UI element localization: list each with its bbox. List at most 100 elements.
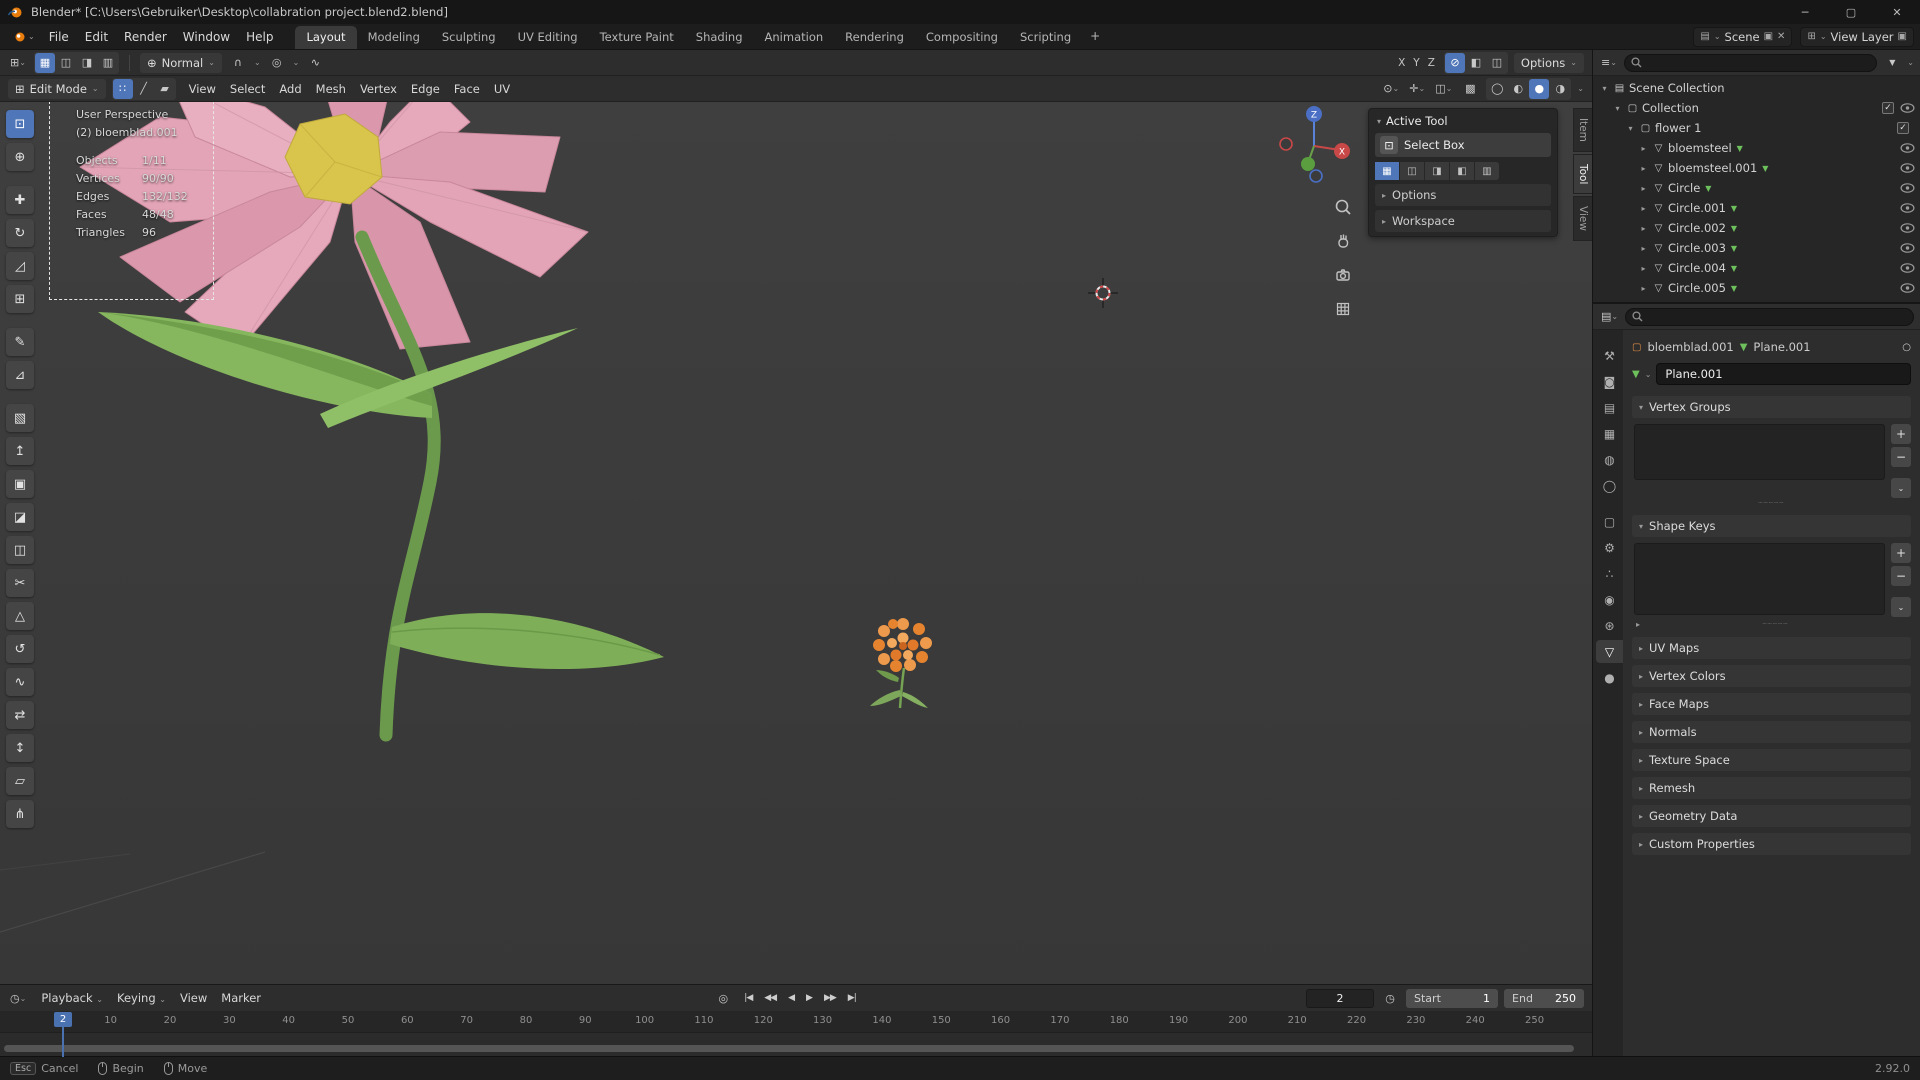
playback-button[interactable]: ▶▶: [819, 991, 841, 1005]
outliner-search-input[interactable]: [1646, 56, 1871, 69]
timeline-ruler[interactable]: 10 20 30 40 50 60 70 80 90 100 110 120 130 140 150 160 1…: [0, 1011, 1592, 1033]
panel-grip[interactable]: ┄┄┄┄┄: [1640, 619, 1911, 629]
playback-button[interactable]: ◀◀: [759, 991, 781, 1005]
view-layer-selector[interactable]: ⊞ ⌄ View Layer ▣: [1800, 26, 1914, 47]
breadcrumb-data[interactable]: Plane.001: [1753, 340, 1810, 354]
editor-type-button[interactable]: ⊞ ⌄: [8, 53, 28, 73]
expand-icon[interactable]: ▸: [1636, 144, 1651, 153]
viewport-menu-item[interactable]: Vertex: [353, 80, 404, 98]
properties-tab[interactable]: ⚙: [1596, 536, 1623, 559]
workspace-tab[interactable]: Compositing: [915, 26, 1009, 49]
tool-button[interactable]: ✎: [6, 328, 34, 356]
viewport-menu-item[interactable]: Edge: [404, 80, 447, 98]
collapsed-panel-header[interactable]: ▸ UV Maps: [1632, 637, 1911, 659]
expand-icon[interactable]: ▸: [1636, 204, 1651, 213]
collapsed-panel-header[interactable]: ▸ Geometry Data: [1632, 805, 1911, 827]
mirror-axis-toggle[interactable]: Y: [1410, 55, 1422, 71]
outliner-editor-type-button[interactable]: ≡ ⌄: [1599, 53, 1619, 73]
tool-button[interactable]: ⇄: [6, 701, 34, 729]
menu-item[interactable]: Help: [238, 28, 281, 46]
sidebar-tab[interactable]: Tool: [1573, 153, 1592, 195]
tool-button[interactable]: ↕: [6, 734, 34, 762]
expand-icon[interactable]: ▸: [1636, 184, 1651, 193]
auto-keying-button[interactable]: ◎: [713, 988, 733, 1008]
eye-icon[interactable]: [1900, 263, 1915, 273]
collapsed-panel-header[interactable]: ▸ Custom Properties: [1632, 833, 1911, 855]
new-view-layer-icon[interactable]: ▣: [1898, 31, 1907, 42]
playback-button[interactable]: ▶|: [843, 991, 861, 1005]
use-preview-range-button[interactable]: ◷: [1380, 988, 1400, 1008]
navigation-gizmo[interactable]: Z X: [1272, 104, 1356, 188]
playback-button[interactable]: ◀: [783, 991, 799, 1005]
properties-tab[interactable]: ◉: [1596, 588, 1623, 611]
close-button[interactable]: ✕: [1874, 0, 1920, 24]
viewport-menu-item[interactable]: View: [182, 80, 223, 98]
tool-button[interactable]: ◿: [6, 252, 34, 280]
eye-icon[interactable]: [1900, 223, 1915, 233]
properties-editor-type-button[interactable]: ▤ ⌄: [1599, 307, 1620, 327]
proportional-dropdown[interactable]: ⌄: [293, 58, 300, 67]
properties-tab[interactable]: ▦: [1596, 422, 1623, 445]
properties-tab[interactable]: ◍: [1596, 448, 1623, 471]
outliner-row[interactable]: ▸ ▽ Circle.004 ▼ ✓: [1593, 258, 1920, 278]
visibility-dropdown[interactable]: ⊙ ⌄: [1381, 79, 1401, 99]
mesh-select-mode-button[interactable]: ▰: [155, 79, 175, 99]
expand-icon[interactable]: ▾: [1610, 104, 1625, 113]
workspace-tab[interactable]: Animation: [754, 26, 835, 49]
playback-button[interactable]: |◀: [739, 991, 757, 1005]
overlays-dropdown[interactable]: ◫ ⌄: [1433, 79, 1454, 99]
viewport-menu-item[interactable]: Face: [447, 80, 487, 98]
tool-panel-section-header[interactable]: ▸ Options: [1375, 184, 1551, 206]
collapsed-panel-header[interactable]: ▸ Normals: [1632, 721, 1911, 743]
collapsed-panel-header[interactable]: ▸ Texture Space: [1632, 749, 1911, 771]
mirror-axis-toggle[interactable]: X: [1395, 55, 1408, 71]
select-box-mode-button[interactable]: ◧: [1450, 162, 1474, 180]
tool-button[interactable]: ▱: [6, 767, 34, 795]
active-tool-header[interactable]: ▾ Active Tool: [1369, 109, 1557, 133]
eye-icon[interactable]: [1900, 143, 1915, 153]
proportional-editing-toggle[interactable]: ◎: [267, 53, 287, 73]
viewport-menu-item[interactable]: Add: [272, 80, 308, 98]
mode-dropdown[interactable]: ⊞ Edit Mode ⌄: [8, 78, 106, 99]
select-box-mode-button[interactable]: ▦: [1375, 162, 1399, 180]
minimize-button[interactable]: ─: [1782, 0, 1828, 24]
properties-tab[interactable]: ⊛: [1596, 614, 1623, 637]
shading-mode-button[interactable]: ◐: [1508, 79, 1528, 99]
playhead[interactable]: 2: [54, 1012, 72, 1057]
outliner-row[interactable]: ▸ ▽ bloemsteel.001 ▼ ✓: [1593, 158, 1920, 178]
snap-toggle[interactable]: ∩: [228, 53, 248, 73]
expand-icon[interactable]: ▸: [1636, 224, 1651, 233]
small-flower-object[interactable]: [858, 612, 953, 717]
select-box-mode-button[interactable]: ▥: [1475, 162, 1499, 180]
tool-button[interactable]: ⋔: [6, 800, 34, 828]
select-mode-toggle[interactable]: ▥: [98, 53, 118, 73]
timeline-menu-item[interactable]: Keying ⌄: [110, 989, 173, 1007]
checkbox-icon[interactable]: ✓: [1897, 122, 1909, 134]
tool-button[interactable]: ✚: [6, 186, 34, 214]
expand-icon[interactable]: ▸: [1636, 284, 1651, 293]
expand-icon[interactable]: ▸: [1636, 164, 1651, 173]
app-menu-button[interactable]: ⌄: [6, 32, 41, 42]
tool-button[interactable]: ◫: [6, 536, 34, 564]
properties-tab[interactable]: ⚒: [1596, 344, 1623, 367]
breadcrumb-object[interactable]: bloemblad.001: [1647, 340, 1733, 354]
shape-keys-header[interactable]: ▾ Shape Keys: [1632, 515, 1911, 537]
snap-option-toggle[interactable]: ◧: [1466, 53, 1486, 73]
tool-button[interactable]: ⊿: [6, 361, 34, 389]
shading-mode-button[interactable]: ◯: [1487, 79, 1507, 99]
workspace-tab[interactable]: Sculpting: [431, 26, 507, 49]
properties-tab[interactable]: ▽: [1596, 640, 1623, 663]
add-vertex-group-button[interactable]: +: [1891, 424, 1911, 444]
select-mode-toggle[interactable]: ◨: [77, 53, 97, 73]
menu-item[interactable]: Window: [175, 28, 238, 46]
workspace-tab[interactable]: Shading: [685, 26, 754, 49]
falloff-button[interactable]: ∿: [305, 53, 325, 73]
collapsed-panel-header[interactable]: ▸ Remesh: [1632, 777, 1911, 799]
shading-mode-button[interactable]: ◑: [1550, 79, 1570, 99]
properties-tab[interactable]: ◙: [1596, 370, 1623, 393]
remove-vertex-group-button[interactable]: −: [1891, 447, 1911, 467]
vertex-groups-header[interactable]: ▾ Vertex Groups: [1632, 396, 1911, 418]
active-tool-row[interactable]: ⊡ Select Box: [1375, 133, 1551, 157]
pin-icon[interactable]: ○: [1902, 342, 1911, 353]
zoom-button[interactable]: [1330, 194, 1356, 220]
